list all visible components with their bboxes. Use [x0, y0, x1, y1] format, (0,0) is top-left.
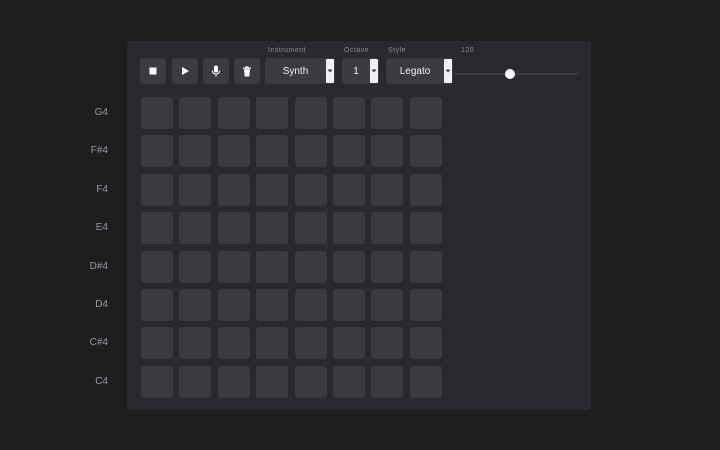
- sequencer-pad[interactable]: [217, 327, 250, 360]
- play-button[interactable]: [172, 58, 198, 84]
- note-label: F#4: [90, 145, 108, 157]
- sequencer-pad[interactable]: [371, 212, 404, 245]
- sequencer-pad[interactable]: [217, 289, 250, 321]
- chevron-down-icon: [326, 59, 334, 83]
- note-label: C#4: [89, 337, 108, 349]
- sequencer-pad[interactable]: [409, 289, 442, 321]
- sequencer-pad[interactable]: [333, 365, 365, 398]
- sequencer-pad[interactable]: [256, 327, 289, 360]
- sequencer-pad[interactable]: [141, 173, 173, 206]
- sequencer-pad[interactable]: [294, 97, 327, 129]
- sequencer-pad[interactable]: [409, 250, 442, 283]
- record-button[interactable]: [203, 58, 229, 84]
- microphone-icon: [211, 65, 221, 77]
- sequencer-pad[interactable]: [294, 173, 327, 206]
- sequencer-pad[interactable]: [333, 212, 365, 245]
- sequencer-pad[interactable]: [371, 97, 404, 129]
- sequencer-pad[interactable]: [179, 365, 212, 398]
- sequencer-pad[interactable]: [409, 327, 442, 360]
- sequencer-pad[interactable]: [333, 97, 365, 129]
- sequencer-pad[interactable]: [141, 212, 173, 245]
- sequencer-pad[interactable]: [179, 289, 212, 321]
- sequencer-pad[interactable]: [179, 135, 212, 168]
- trash-icon: [243, 65, 251, 76]
- sequencer-pad[interactable]: [256, 212, 289, 245]
- octave-select-value: 1: [353, 65, 359, 77]
- sequencer-pad[interactable]: [217, 212, 250, 245]
- sequencer-pad[interactable]: [371, 365, 404, 398]
- note-label: F4: [96, 183, 108, 195]
- sequencer-pad[interactable]: [333, 289, 365, 321]
- stop-button[interactable]: [140, 58, 166, 84]
- note-label: E4: [95, 222, 108, 234]
- stop-icon: [149, 67, 157, 75]
- note-label: D4: [95, 299, 108, 310]
- sequencer-pad[interactable]: [256, 135, 289, 168]
- style-select[interactable]: Legato: [386, 58, 453, 84]
- note-label: D#4: [89, 260, 108, 272]
- sequencer-pad[interactable]: [217, 365, 250, 398]
- sequencer-pad[interactable]: [409, 97, 442, 129]
- sequencer-pad[interactable]: [333, 173, 365, 206]
- style-select-value: Legato: [399, 65, 431, 77]
- instrument-select-value: Synth: [282, 65, 309, 77]
- sequencer-pad[interactable]: [371, 173, 404, 206]
- sequencer-pad[interactable]: [217, 173, 250, 206]
- chevron-down-icon: [370, 59, 378, 83]
- sequencer-pad[interactable]: [294, 212, 327, 245]
- octave-select[interactable]: 1: [342, 58, 379, 84]
- sequencer-pad[interactable]: [256, 173, 289, 206]
- sequencer-pad[interactable]: [179, 173, 212, 206]
- sequencer-pad[interactable]: [294, 135, 327, 168]
- note-label: C4: [95, 375, 108, 387]
- sequencer-pad[interactable]: [371, 327, 404, 360]
- sequencer-pad[interactable]: [141, 250, 173, 283]
- sequencer-pad[interactable]: [179, 212, 212, 245]
- sequencer-pad[interactable]: [409, 365, 442, 398]
- sequencer-pad[interactable]: [294, 289, 327, 321]
- tempo-slider[interactable]: [455, 69, 578, 79]
- sequencer-pad[interactable]: [179, 97, 212, 129]
- sequencer-pad[interactable]: [371, 250, 404, 283]
- sequencer-pad[interactable]: [217, 97, 250, 129]
- octave-label: Octave: [344, 47, 370, 54]
- instrument-label: Instrument: [268, 47, 307, 54]
- sequencer-pad[interactable]: [294, 327, 327, 360]
- sequencer-pad[interactable]: [256, 97, 289, 129]
- sequencer-pad[interactable]: [333, 135, 365, 168]
- sequencer-pad[interactable]: [294, 250, 327, 283]
- sequencer-pad[interactable]: [256, 365, 289, 398]
- sequencer-pad[interactable]: [371, 289, 404, 321]
- sequencer-pad[interactable]: [141, 289, 173, 321]
- play-icon: [182, 67, 189, 75]
- sequencer-pad[interactable]: [217, 250, 250, 283]
- style-label: Style: [388, 47, 407, 54]
- sequencer-pad[interactable]: [409, 173, 442, 206]
- tempo-value: 120: [461, 47, 475, 54]
- sequencer-pad[interactable]: [294, 365, 327, 398]
- sequencer-pad[interactable]: [256, 289, 289, 321]
- sequencer-pad[interactable]: [179, 327, 212, 360]
- sequencer-pad[interactable]: [141, 365, 173, 398]
- sequencer-pad[interactable]: [409, 135, 442, 168]
- sequencer-pad[interactable]: [217, 135, 250, 168]
- sequencer-pad[interactable]: [371, 135, 404, 168]
- sequencer-pad[interactable]: [179, 250, 212, 283]
- sequencer-pad[interactable]: [141, 97, 173, 129]
- chevron-down-icon: [444, 59, 452, 83]
- instrument-select[interactable]: Synth: [265, 58, 335, 84]
- sequencer-pad[interactable]: [141, 327, 173, 360]
- clear-button[interactable]: [234, 58, 260, 84]
- sequencer-pad[interactable]: [333, 327, 365, 360]
- sequencer-pad[interactable]: [141, 135, 173, 168]
- sequencer-pad[interactable]: [409, 212, 442, 245]
- sequencer-pad[interactable]: [333, 250, 365, 283]
- note-label: G4: [94, 107, 108, 118]
- sequencer-pad[interactable]: [256, 250, 289, 283]
